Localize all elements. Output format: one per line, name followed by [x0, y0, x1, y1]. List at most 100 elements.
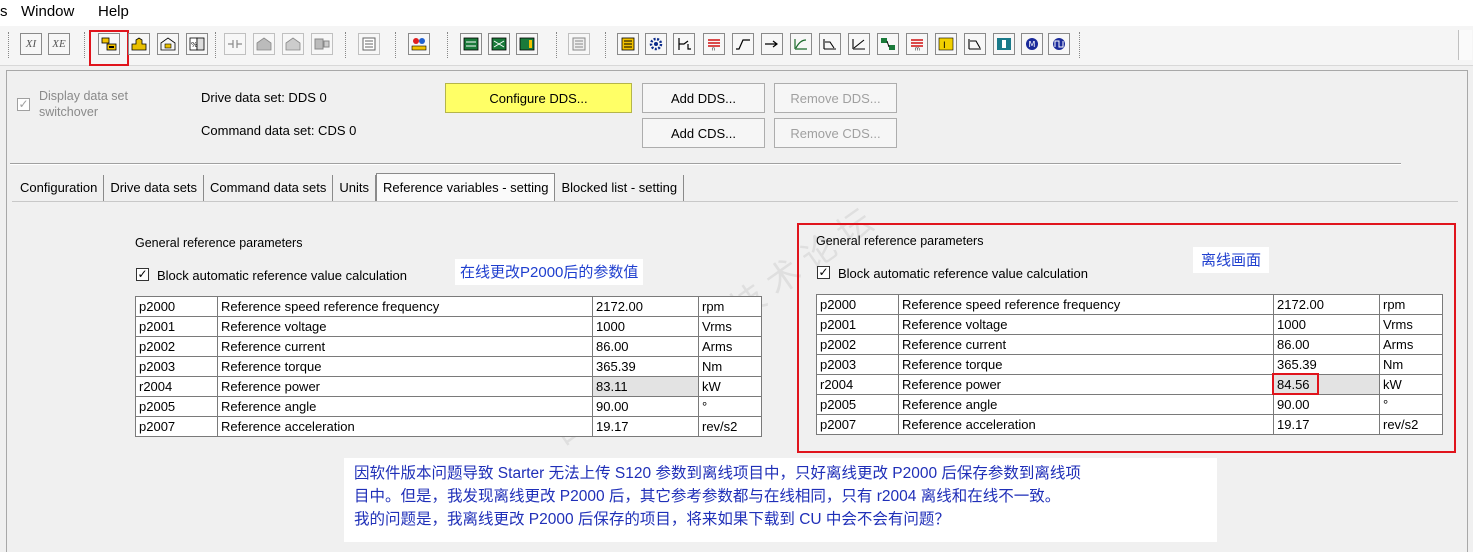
param-value-cell[interactable]: 365.39: [1273, 354, 1380, 375]
card-icon[interactable]: [617, 33, 639, 55]
param-unit-cell: Nm: [1379, 354, 1443, 375]
upload-icon[interactable]: [128, 33, 150, 55]
tab-command-data-sets[interactable]: Command data sets: [204, 175, 334, 201]
param-value-cell[interactable]: 90.00: [1273, 394, 1380, 415]
save-icon[interactable]: [282, 33, 304, 55]
gear-icon[interactable]: [645, 33, 667, 55]
param-value-cell[interactable]: 2172.00: [592, 296, 699, 317]
offline-block-auto-checkbox[interactable]: ✓: [817, 266, 830, 279]
menu-item-window[interactable]: Window: [21, 3, 74, 20]
param-id-cell: p2003: [135, 356, 218, 377]
offline-block-auto-label: Block automatic reference value calculat…: [838, 266, 1089, 281]
param-value-cell[interactable]: 1000: [592, 316, 699, 337]
table-row: p2001 Reference voltage 1000 Vrms: [816, 314, 1443, 335]
load-icon[interactable]: [253, 33, 275, 55]
svg-text:%: %: [191, 41, 198, 49]
param-value-cell[interactable]: 86.00: [592, 336, 699, 357]
toolbar-separator: [605, 32, 607, 58]
dds-select-icon[interactable]: [98, 33, 120, 55]
tab-reference-variables[interactable]: Reference variables - setting: [376, 173, 556, 201]
question-note: 因软件版本问题导致 Starter 无法上传 S120 参数到离线项目中，只好离…: [344, 458, 1217, 542]
graph2-icon[interactable]: [848, 33, 870, 55]
table-row: p2007 Reference acceleration 19.17 rev/s2: [816, 414, 1443, 435]
screen2-icon[interactable]: [488, 33, 510, 55]
list-icon[interactable]: [568, 33, 590, 55]
arrow-icon[interactable]: [761, 33, 783, 55]
offline-annotation: 离线画面: [1193, 247, 1270, 273]
param-unit-cell: °: [698, 396, 762, 417]
param-value-cell[interactable]: 90.00: [592, 396, 699, 417]
toolbar-separator: [395, 32, 397, 58]
menu-bar: s Window Help: [0, 0, 1473, 26]
param-name-cell: Reference speed reference frequency: [898, 294, 1274, 315]
xi-icon[interactable]: XI: [20, 33, 42, 55]
add-dds-button[interactable]: Add DDS...: [642, 83, 765, 113]
param-unit-cell: Vrms: [1379, 314, 1443, 335]
toolbar-separator: [8, 32, 10, 58]
switchover-label-line1: Display data set: [39, 89, 128, 103]
param-id-cell: p2001: [816, 314, 899, 335]
table-row: p2002 Reference current 86.00 Arms: [816, 334, 1443, 355]
param-value-cell[interactable]: 1000: [1273, 314, 1380, 335]
io-icon[interactable]: m: [906, 33, 928, 55]
switchover-label-line2: switchover: [39, 105, 99, 119]
param-name-cell: Reference voltage: [217, 316, 593, 337]
table-row: p2000 Reference speed reference frequency…: [135, 296, 762, 317]
graph3-icon[interactable]: [877, 33, 899, 55]
table-row: r2004 Reference power 84.56 kW: [816, 374, 1443, 395]
graph1-icon[interactable]: [819, 33, 841, 55]
remove-dds-button[interactable]: Remove DDS...: [774, 83, 897, 113]
screen3-icon[interactable]: [516, 33, 538, 55]
compare-icon[interactable]: %: [186, 33, 208, 55]
filter-icon[interactable]: n: [703, 33, 725, 55]
tab-units[interactable]: Units: [333, 175, 376, 201]
param-unit-cell: Arms: [698, 336, 762, 357]
tab-blocked-list[interactable]: Blocked list - setting: [555, 175, 685, 201]
brake-icon[interactable]: I: [935, 33, 957, 55]
param-value-cell[interactable]: 19.17: [592, 416, 699, 437]
tab-drive-data-sets[interactable]: Drive data sets: [104, 175, 205, 201]
limit2-icon[interactable]: [993, 33, 1015, 55]
remove-cds-button[interactable]: Remove CDS...: [774, 118, 897, 148]
curve-icon[interactable]: [790, 33, 812, 55]
param-value-cell[interactable]: 86.00: [1273, 334, 1380, 355]
pulse-icon[interactable]: [1048, 33, 1070, 55]
online-icon[interactable]: [311, 33, 333, 55]
table-row: p2003 Reference torque 365.39 Nm: [135, 356, 762, 377]
param-name-cell: Reference voltage: [898, 314, 1274, 335]
table-icon[interactable]: [358, 33, 380, 55]
param-id-cell: r2004: [816, 374, 899, 395]
screen-icon[interactable]: [460, 33, 482, 55]
menu-item-help[interactable]: Help: [98, 3, 129, 20]
param-id-cell: p2005: [816, 394, 899, 415]
table-row: p2001 Reference voltage 1000 Vrms: [135, 316, 762, 337]
param-value-cell[interactable]: 2172.00: [1273, 294, 1380, 315]
param-name-cell: Reference torque: [898, 354, 1274, 375]
menu-item-partial[interactable]: s: [0, 3, 8, 20]
param-name-cell: Reference power: [898, 374, 1274, 395]
toolbar-separator: [447, 32, 449, 58]
person-icon[interactable]: [408, 33, 430, 55]
limit-icon[interactable]: [964, 33, 986, 55]
ramp-icon[interactable]: [732, 33, 754, 55]
switchover-checkbox[interactable]: ✓: [17, 98, 30, 111]
param-name-cell: Reference acceleration: [898, 414, 1274, 435]
join-icon[interactable]: [224, 33, 246, 55]
question-line-1: 因软件版本问题导致 Starter 无法上传 S120 参数到离线项目中，只好离…: [354, 465, 1081, 482]
motor-icon[interactable]: M: [1021, 33, 1043, 55]
param-value-cell[interactable]: 365.39: [592, 356, 699, 377]
param-value-cell[interactable]: 19.17: [1273, 414, 1380, 435]
xe-icon[interactable]: XE: [48, 33, 70, 55]
online-block-auto-checkbox[interactable]: ✓: [136, 268, 149, 281]
param-value-cell: 83.11: [592, 376, 699, 397]
configure-dds-button[interactable]: Configure DDS...: [445, 83, 632, 113]
online-block-auto-label: Block automatic reference value calculat…: [157, 268, 408, 283]
param-name-cell: Reference acceleration: [217, 416, 593, 437]
table-row: p2003 Reference torque 365.39 Nm: [816, 354, 1443, 375]
tab-configuration[interactable]: Configuration: [14, 175, 105, 201]
relay-icon[interactable]: [673, 33, 695, 55]
param-id-cell: p2000: [135, 296, 218, 317]
add-cds-button[interactable]: Add CDS...: [642, 118, 765, 148]
svg-text:M: M: [1029, 40, 1036, 49]
download-icon[interactable]: [157, 33, 179, 55]
